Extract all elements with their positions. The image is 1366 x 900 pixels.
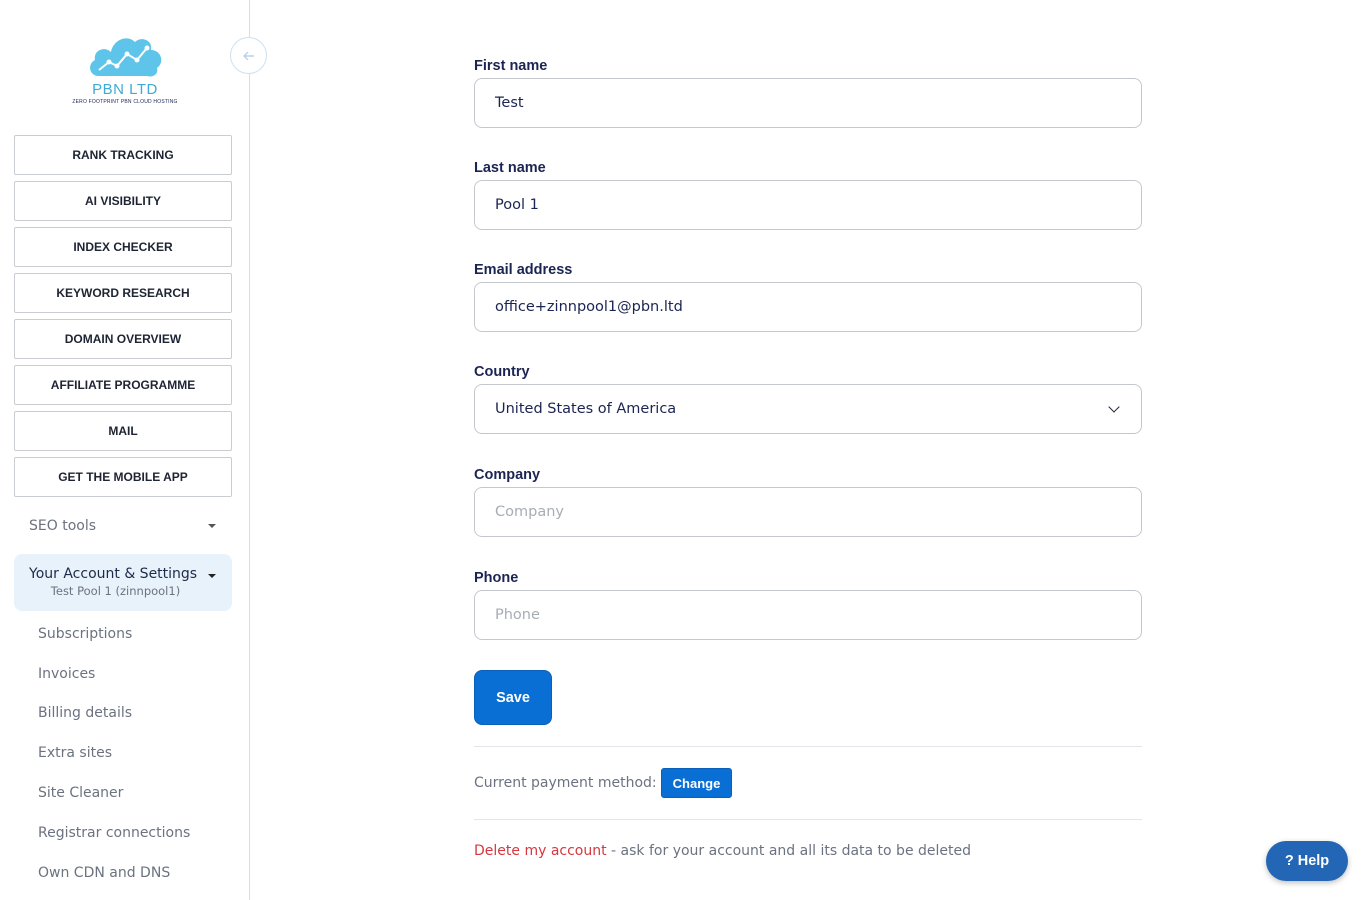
nav-button-rank-tracking[interactable]: RANK TRACKING (14, 135, 232, 175)
subnav-item-site-cleaner[interactable]: Site Cleaner (38, 773, 238, 813)
nav-button-affiliate-programme[interactable]: AFFILIATE PROGRAMME (14, 365, 232, 405)
change-payment-button[interactable]: Change (660, 768, 733, 798)
country-label: Country (474, 364, 530, 380)
phone-input[interactable]: Phone (474, 590, 1142, 640)
email-label: Email address (474, 262, 573, 278)
last-name-input[interactable]: Pool 1 (474, 180, 1142, 230)
nav-button-ai-visibility[interactable]: AI VISIBILITY (14, 181, 232, 221)
cloud-chart-logo-icon (90, 38, 162, 77)
delete-account-description: - ask for your account and all its data … (606, 843, 971, 859)
chevron-down-icon (1108, 401, 1120, 413)
account-form: First name Test Last name Pool 1 Email a… (474, 54, 1142, 640)
email-field: Email address office+zinnpool1@pbn.ltd (474, 258, 1142, 332)
company-input[interactable]: Company (474, 487, 1142, 537)
first-name-field: First name Test (474, 54, 1142, 128)
country-select[interactable]: United States of America (474, 384, 1142, 434)
nav-button-mail[interactable]: MAIL (14, 411, 232, 451)
account-settings-dropdown[interactable]: Your Account & Settings Test Pool 1 (zin… (14, 554, 232, 611)
subnav-item-extra-sites[interactable]: Extra sites (38, 733, 238, 773)
caret-down-icon (208, 524, 216, 528)
country-value: United States of America (495, 401, 677, 417)
logo-title: PBN LTD (92, 81, 158, 98)
divider (474, 819, 1142, 820)
payment-method-row: Current payment method: Change (474, 768, 733, 798)
delete-account-link[interactable]: Delete my account (474, 843, 607, 859)
company-field: Company Company (474, 463, 1142, 537)
seo-tools-label: SEO tools (29, 518, 97, 534)
first-name-label: First name (474, 58, 548, 74)
nav-button-domain-overview[interactable]: DOMAIN OVERVIEW (14, 319, 232, 359)
nav-button-keyword-research[interactable]: KEYWORD RESEARCH (14, 273, 232, 313)
nav-buttons: RANK TRACKING AI VISIBILITY INDEX CHECKE… (14, 135, 232, 503)
logo-subtitle: ZERO FOOTPRINT PBN CLOUD HOSTING (72, 99, 178, 105)
divider (474, 746, 1142, 747)
email-input[interactable]: office+zinnpool1@pbn.ltd (474, 282, 1142, 332)
last-name-label: Last name (474, 160, 546, 176)
account-title: Your Account & Settings (29, 566, 198, 582)
delete-account-row: Delete my account - ask for your account… (474, 840, 971, 862)
account-username: Test Pool 1 (zinnpool1) (50, 584, 181, 598)
help-button[interactable]: ? Help (1266, 841, 1348, 881)
subnav-item-invoices[interactable]: Invoices (38, 654, 238, 694)
last-name-field: Last name Pool 1 (474, 156, 1142, 230)
caret-down-icon (208, 574, 216, 578)
account-subnav: Subscriptions Invoices Billing details E… (38, 614, 238, 893)
collapse-sidebar-button[interactable] (230, 37, 267, 74)
subnav-item-registrar-connections[interactable]: Registrar connections (38, 813, 238, 853)
subnav-item-own-cdn-dns[interactable]: Own CDN and DNS (38, 853, 238, 893)
subnav-item-subscriptions[interactable]: Subscriptions (38, 614, 238, 654)
country-field: Country United States of America (474, 360, 1142, 434)
seo-tools-dropdown[interactable]: SEO tools (14, 506, 232, 546)
subnav-item-billing-details[interactable]: Billing details (38, 694, 238, 734)
company-label: Company (474, 467, 541, 483)
phone-field: Phone Phone (474, 566, 1142, 640)
logo[interactable]: PBN LTD ZERO FOOTPRINT PBN CLOUD HOSTING (70, 30, 180, 120)
phone-label: Phone (474, 570, 519, 586)
nav-button-mobile-app[interactable]: GET THE MOBILE APP (14, 457, 232, 497)
save-button[interactable]: Save (474, 670, 552, 725)
first-name-input[interactable]: Test (474, 78, 1142, 128)
sidebar: PBN LTD ZERO FOOTPRINT PBN CLOUD HOSTING… (0, 0, 250, 900)
nav-button-index-checker[interactable]: INDEX CHECKER (14, 227, 232, 267)
arrow-left-icon (242, 51, 254, 60)
payment-method-label: Current payment method: (474, 775, 657, 791)
